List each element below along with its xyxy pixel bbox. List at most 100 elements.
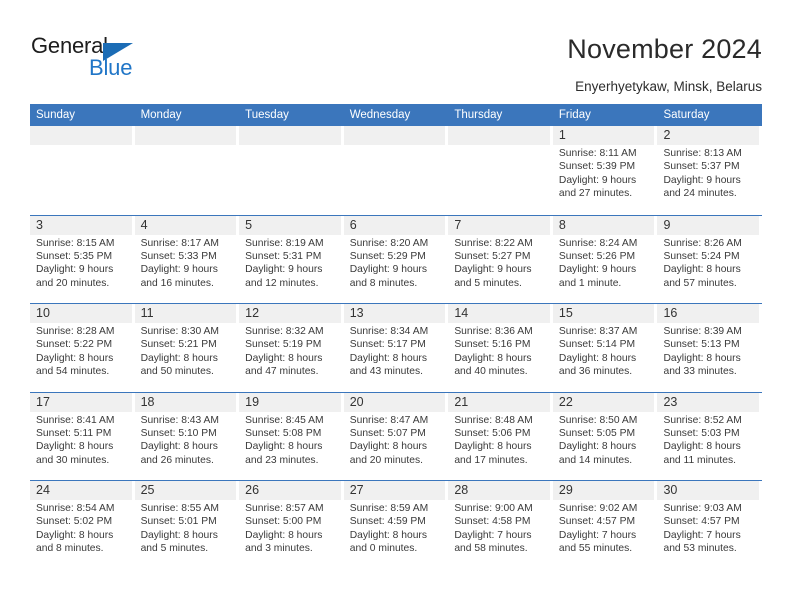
day-info [448, 145, 550, 147]
day-cell[interactable]: 9 Sunrise: 8:26 AM Sunset: 5:24 PM Dayli… [657, 215, 762, 304]
day-cell[interactable]: 11 Sunrise: 8:30 AM Sunset: 5:21 PM Dayl… [134, 304, 240, 392]
daylight-text-line1: Daylight: 9 hours [663, 174, 741, 186]
day-cell[interactable]: 3 Sunrise: 8:15 AM Sunset: 5:35 PM Dayli… [30, 215, 135, 304]
calendar-page: General Blue November 2024 Enyerhyetykaw… [0, 0, 792, 612]
day-number-band: 22 [552, 392, 655, 412]
day-number: 11 [140, 306, 154, 320]
day-number: 30 [663, 483, 678, 497]
day-cell[interactable]: 21 Sunrise: 8:48 AM Sunset: 5:06 PM Dayl… [448, 392, 553, 481]
day-cell[interactable]: 17 Sunrise: 8:41 AM Sunset: 5:11 PM Dayl… [30, 392, 135, 481]
day-number: 2 [663, 128, 671, 142]
daylight-text-line1: Daylight: 8 hours [349, 441, 428, 453]
daylight-text-line2: and 16 minutes. [140, 277, 214, 289]
day-info: Sunrise: 8:32 AM Sunset: 5:19 PM Dayligh… [239, 323, 341, 379]
day-cell[interactable]: 23 Sunrise: 8:52 AM Sunset: 5:03 PM Dayl… [657, 392, 762, 481]
daylight-text-line2: and 0 minutes. [349, 543, 418, 555]
day-info: Sunrise: 8:36 AM Sunset: 5:16 PM Dayligh… [448, 323, 550, 379]
day-cell[interactable]: 8 Sunrise: 8:24 AM Sunset: 5:26 PM Dayli… [552, 215, 658, 304]
daylight-text-line2: and 30 minutes. [36, 454, 110, 466]
day-number-band: 1 [552, 126, 655, 145]
day-cell[interactable]: 28 Sunrise: 9:00 AM Sunset: 4:58 PM Dayl… [448, 481, 553, 569]
sunset-text: Sunset: 5:35 PM [36, 250, 113, 262]
day-cell[interactable]: 29 Sunrise: 9:02 AM Sunset: 4:57 PM Dayl… [552, 481, 658, 569]
day-cell[interactable]: 16 Sunrise: 8:39 AM Sunset: 5:13 PM Dayl… [657, 304, 762, 392]
daylight-text-line2: and 33 minutes. [663, 366, 737, 378]
day-cell[interactable]: 24 Sunrise: 8:54 AM Sunset: 5:02 PM Dayl… [30, 481, 135, 569]
daylight-text-line2: and 43 minutes. [349, 366, 424, 378]
daylight-text-line1: Daylight: 8 hours [245, 529, 323, 541]
day-cell[interactable]: 18 Sunrise: 8:43 AM Sunset: 5:10 PM Dayl… [134, 392, 240, 481]
day-number: 27 [349, 483, 364, 497]
day-cell[interactable]: 20 Sunrise: 8:47 AM Sunset: 5:07 PM Dayl… [343, 392, 449, 481]
sunrise-text: Sunrise: 8:54 AM [36, 503, 115, 514]
day-cell[interactable]: 27 Sunrise: 8:59 AM Sunset: 4:59 PM Dayl… [343, 481, 449, 569]
day-cell[interactable]: 1 Sunrise: 8:11 AM Sunset: 5:39 PM Dayli… [552, 126, 658, 215]
daylight-text-line2: and 36 minutes. [558, 366, 633, 378]
day-cell[interactable]: 12 Sunrise: 8:32 AM Sunset: 5:19 PM Dayl… [239, 304, 344, 392]
sunset-text: Sunset: 5:13 PM [663, 339, 740, 351]
daylight-text-line2: and 54 minutes. [36, 366, 110, 378]
day-cell[interactable]: 7 Sunrise: 8:22 AM Sunset: 5:27 PM Dayli… [448, 215, 553, 304]
daylight-text-line1: Daylight: 7 hours [454, 529, 532, 541]
day-cell[interactable]: 4 Sunrise: 8:17 AM Sunset: 5:33 PM Dayli… [134, 215, 240, 304]
day-cell[interactable]: 2 Sunrise: 8:13 AM Sunset: 5:37 PM Dayli… [657, 126, 762, 215]
sunset-text: Sunset: 5:06 PM [454, 427, 531, 439]
day-cell[interactable]: 25 Sunrise: 8:55 AM Sunset: 5:01 PM Dayl… [134, 481, 240, 569]
daylight-text-line1: Daylight: 8 hours [140, 352, 218, 364]
daylight-text-line2: and 58 minutes. [454, 543, 528, 555]
day-number: 15 [558, 306, 573, 320]
sunrise-text: Sunrise: 8:41 AM [36, 414, 115, 426]
day-cell[interactable]: 5 Sunrise: 8:19 AM Sunset: 5:31 PM Dayli… [239, 215, 344, 304]
sunrise-text: Sunrise: 8:47 AM [349, 414, 429, 426]
day-cell[interactable] [343, 126, 449, 215]
day-cell[interactable]: 14 Sunrise: 8:36 AM Sunset: 5:16 PM Dayl… [448, 304, 553, 392]
day-info: Sunrise: 8:43 AM Sunset: 5:10 PM Dayligh… [135, 412, 237, 468]
day-cell[interactable]: 19 Sunrise: 8:45 AM Sunset: 5:08 PM Dayl… [239, 392, 344, 481]
sunset-text: Sunset: 5:14 PM [558, 339, 636, 351]
day-cell[interactable] [134, 126, 240, 215]
sunset-text: Sunset: 5:37 PM [663, 161, 740, 173]
daylight-text-line2: and 17 minutes. [454, 454, 528, 466]
day-cell[interactable]: 22 Sunrise: 8:50 AM Sunset: 5:05 PM Dayl… [552, 392, 658, 481]
day-cell[interactable]: 26 Sunrise: 8:57 AM Sunset: 5:00 PM Dayl… [239, 481, 344, 569]
daylight-text-line1: Daylight: 7 hours [663, 529, 741, 541]
day-cell[interactable]: 6 Sunrise: 8:20 AM Sunset: 5:29 PM Dayli… [343, 215, 449, 304]
day-number: 4 [140, 217, 148, 232]
day-cell[interactable] [30, 126, 135, 215]
day-cell[interactable]: 13 Sunrise: 8:34 AM Sunset: 5:17 PM Dayl… [343, 304, 449, 392]
day-cell[interactable]: 15 Sunrise: 8:37 AM Sunset: 5:14 PM Dayl… [552, 304, 658, 392]
sunrise-text: Sunrise: 8:13 AM [663, 148, 742, 159]
day-info: Sunrise: 8:30 AM Sunset: 5:21 PM Dayligh… [135, 323, 237, 379]
week-row: 17 Sunrise: 8:41 AM Sunset: 5:11 PM Dayl… [30, 391, 762, 481]
weekday-header-row: Sunday Monday Tuesday Wednesday Thursday… [30, 104, 762, 126]
day-info: Sunrise: 8:59 AM Sunset: 4:59 PM Dayligh… [344, 500, 446, 556]
sunrise-text: Sunrise: 8:48 AM [454, 414, 533, 426]
day-number-band: 13 [343, 304, 446, 323]
day-cell[interactable] [239, 126, 344, 215]
day-info: Sunrise: 8:39 AM Sunset: 5:13 PM Dayligh… [657, 323, 759, 379]
day-cell[interactable] [448, 126, 553, 215]
sunset-text: Sunset: 5:17 PM [349, 339, 426, 351]
day-cell[interactable]: 10 Sunrise: 8:28 AM Sunset: 5:22 PM Dayl… [30, 304, 135, 392]
day-number: 7 [454, 217, 462, 232]
sunset-text: Sunset: 5:39 PM [558, 161, 636, 173]
day-info: Sunrise: 8:48 AM Sunset: 5:06 PM Dayligh… [448, 412, 550, 468]
sunset-text: Sunset: 5:22 PM [36, 339, 113, 351]
sunrise-text: Sunrise: 8:17 AM [140, 237, 219, 249]
day-info: Sunrise: 8:34 AM Sunset: 5:17 PM Dayligh… [344, 323, 446, 379]
general-blue-logo[interactable]: General Blue [31, 33, 181, 81]
day-info: Sunrise: 8:24 AM Sunset: 5:26 PM Dayligh… [553, 235, 655, 291]
sunrise-text: Sunrise: 8:36 AM [454, 326, 533, 337]
sunrise-text: Sunrise: 9:03 AM [663, 503, 742, 514]
day-number-band: 15 [552, 304, 655, 323]
day-cell[interactable]: 30 Sunrise: 9:03 AM Sunset: 4:57 PM Dayl… [657, 481, 762, 569]
daylight-text-line1: Daylight: 9 hours [558, 174, 637, 186]
day-info: Sunrise: 8:28 AM Sunset: 5:22 PM Dayligh… [30, 323, 132, 379]
sunrise-text: Sunrise: 8:39 AM [663, 326, 742, 337]
day-info: Sunrise: 8:47 AM Sunset: 5:07 PM Dayligh… [344, 412, 446, 468]
day-number: 18 [140, 394, 155, 409]
sunrise-text: Sunrise: 8:30 AM [140, 326, 219, 337]
sunset-text: Sunset: 5:19 PM [245, 339, 322, 351]
day-number: 20 [349, 394, 364, 409]
day-number-band: 3 [30, 215, 132, 235]
